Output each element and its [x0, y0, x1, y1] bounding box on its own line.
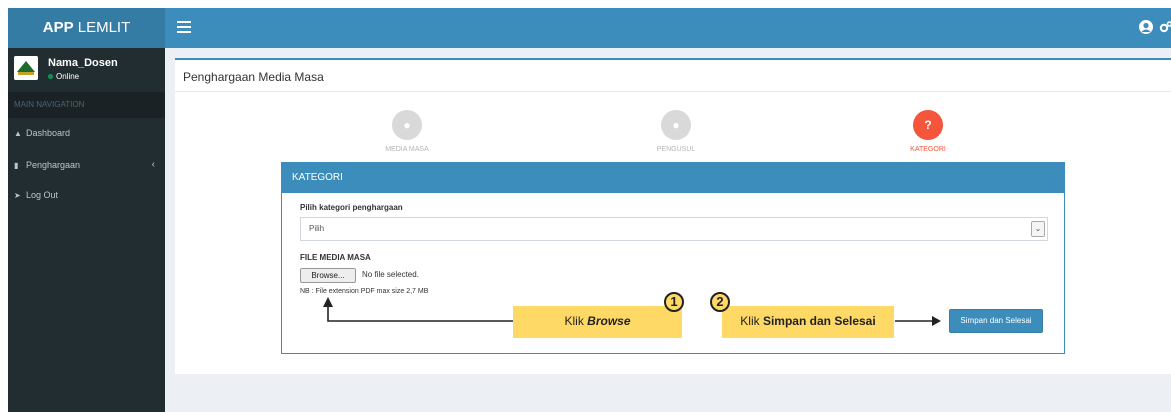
step-icon: ●: [392, 110, 422, 140]
sidebar-item-label: Log Out: [26, 190, 59, 200]
no-file-text: No file selected.: [362, 270, 419, 279]
avatar: [14, 56, 38, 80]
category-select[interactable]: Pilih ⌄: [300, 217, 1048, 241]
category-label: Pilih kategori penghargaan: [300, 203, 403, 212]
sidebar-toggle-icon[interactable]: [177, 21, 191, 33]
sidebar: Nama_Dosen Online MAIN NAVIGATION ▲ Dashb…: [8, 48, 165, 412]
logo-light-text: LEMLIT: [77, 19, 131, 36]
top-navbar: [165, 8, 1171, 48]
home-icon: ▲: [14, 129, 22, 138]
sign-out-icon: ➤: [14, 191, 21, 200]
sidebar-item-label: Dashboard: [26, 128, 71, 138]
category-select-value: Pilih: [309, 224, 325, 233]
callout-browse: Klik Browse: [513, 306, 682, 338]
step-icon: ●: [661, 110, 691, 140]
user-icon[interactable]: [1139, 20, 1153, 34]
user-name: Nama_Dosen: [48, 57, 118, 69]
chevron-left-icon: ‹: [151, 159, 155, 170]
step-label: KATEGORI: [910, 146, 946, 153]
user-panel: Nama_Dosen Online: [8, 48, 165, 92]
gears-icon[interactable]: [1159, 20, 1171, 34]
chevron-down-icon: ⌄: [1031, 221, 1045, 237]
step-label: MEDIA MASA: [385, 146, 429, 153]
callout-emphasis: Simpan dan Selesai: [762, 314, 876, 328]
callout-prefix: Klik: [564, 314, 588, 328]
file-note: NB : File extension PDF max size 2,7 MB: [300, 288, 429, 295]
callout-prefix: Klik: [740, 314, 763, 328]
panel-heading: KATEGORI: [282, 163, 1064, 193]
callout-save: Klik Simpan dan Selesai: [722, 306, 894, 338]
sidebar-item-penghargaan[interactable]: ▮ Penghargaan ‹: [8, 150, 165, 180]
book-icon: ▮: [14, 161, 19, 170]
step-label: PENGUSUL: [656, 146, 696, 153]
question-icon: ?: [913, 110, 943, 140]
callout-number-one: 1: [664, 292, 684, 312]
sidebar-item-label: Penghargaan: [26, 160, 81, 170]
sidebar-item-dashboard[interactable]: ▲ Dashboard: [8, 118, 165, 148]
browse-button[interactable]: Browse...: [300, 268, 356, 283]
app-window: APP LEMLIT Nama_Dosen Online MAIN NAVIGA…: [8, 8, 1171, 412]
callout-number-two: 2: [710, 292, 730, 312]
app-logo[interactable]: APP LEMLIT: [8, 8, 165, 48]
nav-header: MAIN NAVIGATION: [8, 92, 165, 118]
step-pengusul[interactable]: ● PENGUSUL: [616, 110, 736, 153]
title-divider: [175, 91, 1171, 92]
step-kategori[interactable]: ? KATEGORI: [868, 110, 988, 153]
page-title: Penghargaan Media Masa: [183, 70, 324, 84]
file-label: FILE MEDIA MASA: [300, 253, 371, 262]
callout-emphasis: Browse: [587, 314, 631, 328]
user-status-label: Online: [56, 72, 80, 81]
step-media-masa[interactable]: ● MEDIA MASA: [347, 110, 467, 153]
logo-bold-text: APP: [42, 19, 74, 36]
sidebar-item-logout[interactable]: ➤ Log Out: [8, 180, 165, 210]
user-status: Online: [48, 72, 79, 81]
save-finish-button[interactable]: Simpan dan Selesai: [949, 309, 1043, 333]
online-dot-icon: [48, 74, 53, 79]
